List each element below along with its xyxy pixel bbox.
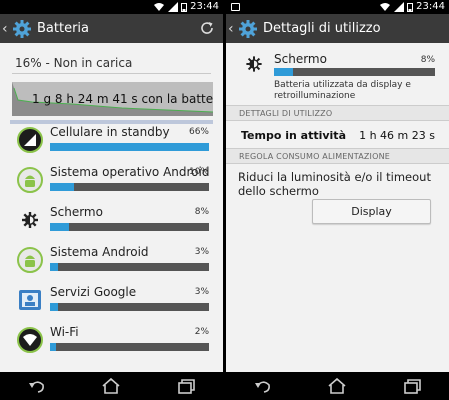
up-chevron-icon[interactable]: ‹ — [228, 21, 238, 37]
wifi-status-icon — [380, 3, 390, 11]
usage-bar-fill — [50, 303, 58, 311]
usage-time-value: 1 h 46 m 23 s — [359, 129, 435, 142]
item-label: Schermo — [50, 205, 103, 219]
status-bar: 23:44 — [226, 0, 449, 14]
cellular-signal-icon — [168, 2, 178, 12]
item-label: Servizi Google — [50, 285, 137, 299]
settings-gear-icon[interactable] — [238, 19, 258, 39]
section-header-usage: DETTAGLI DI UTILIZZO — [226, 105, 449, 121]
display-settings-button[interactable]: Display — [312, 199, 431, 224]
detail-label: Schermo — [274, 52, 327, 66]
list-item-screen[interactable]: Schermo 8% — [0, 199, 223, 239]
refresh-icon[interactable] — [199, 20, 215, 36]
page-title: Dettagli di utilizzo — [263, 21, 381, 36]
usage-bar — [50, 263, 209, 271]
usage-time-label: Tempo in attività — [241, 129, 346, 142]
usage-detail-header: Schermo 8% Batteria utilizzata da displa… — [226, 43, 449, 105]
usage-bar — [274, 68, 435, 76]
usage-bar-fill — [50, 263, 58, 271]
usage-bar-fill — [50, 183, 74, 191]
home-icon[interactable] — [100, 377, 122, 395]
cellular-signal-icon — [394, 2, 404, 12]
settings-gear-icon[interactable] — [12, 19, 32, 39]
item-percent: 10% — [188, 167, 209, 177]
brightness-icon — [22, 212, 38, 228]
home-icon[interactable] — [326, 377, 348, 395]
wifi-status-icon — [154, 3, 164, 11]
status-time: 23:44 — [416, 1, 445, 12]
action-bar: ‹ Dettagli di utilizzo — [226, 14, 449, 43]
battery-status-icon — [181, 3, 187, 12]
android-icon — [17, 167, 43, 193]
action-bar: ‹ Batteria — [0, 14, 223, 43]
status-bar: 23:44 — [0, 0, 223, 14]
back-icon[interactable] — [252, 377, 274, 395]
item-label: Sistema operativo Android — [50, 165, 210, 179]
usage-bar — [50, 303, 209, 311]
usage-bar-fill — [50, 223, 70, 231]
battery-history-graph[interactable]: 1 g 8 h 24 m 41 s con la batteria — [12, 82, 213, 116]
item-label: Wi-Fi — [50, 325, 79, 339]
list-item-android-system[interactable]: Sistema Android 3% — [0, 239, 223, 279]
usage-bar — [50, 223, 209, 231]
up-chevron-icon[interactable]: ‹ — [2, 21, 12, 37]
signal-icon — [17, 127, 43, 153]
usage-bar — [50, 183, 209, 191]
status-time: 23:44 — [190, 1, 219, 12]
list-item-standby[interactable]: Cellulare in standby 66% — [0, 119, 223, 159]
item-percent: 3% — [194, 287, 209, 297]
item-label: Sistema Android — [50, 245, 149, 259]
item-percent: 66% — [188, 127, 209, 137]
navigation-bar — [226, 372, 449, 400]
divider — [12, 73, 211, 74]
android-icon — [17, 247, 43, 273]
usage-time-row: Tempo in attività 1 h 46 m 23 s — [226, 121, 449, 148]
status-icons — [379, 2, 413, 12]
power-tip: Riduci la luminosità e/o il timeout dell… — [238, 170, 431, 198]
brightness-icon — [246, 56, 262, 72]
recent-apps-icon[interactable] — [401, 377, 423, 395]
wifi-icon — [17, 327, 43, 353]
item-label: Cellulare in standby — [50, 125, 170, 139]
list-item-wifi[interactable]: Wi-Fi 2% — [0, 319, 223, 359]
usage-bar-fill — [274, 68, 294, 76]
battery-status-icon — [407, 3, 413, 12]
usage-details-screen: 23:44 ‹ Dettagli di utilizzo Schermo 8% … — [226, 0, 449, 400]
back-icon[interactable] — [26, 377, 48, 395]
usage-bar — [50, 143, 209, 151]
detail-description: Batteria utilizzata da display e retroil… — [274, 80, 411, 101]
battery-duration-label: 1 g 8 h 24 m 41 s con la batteria — [32, 92, 213, 106]
battery-summary: 16% - Non in carica — [0, 43, 223, 73]
status-icons — [153, 2, 187, 12]
list-item-google-services[interactable]: Servizi Google 3% — [0, 279, 223, 319]
battery-screen: 23:44 ‹ Batteria 16% - Non in carica 1 g… — [0, 0, 223, 400]
recent-apps-icon[interactable] — [175, 377, 197, 395]
notification-icon — [231, 3, 240, 11]
usage-bar-fill — [50, 143, 209, 151]
usage-bar-fill — [50, 343, 57, 351]
page-title: Batteria — [37, 21, 89, 36]
item-percent: 3% — [194, 247, 209, 257]
usage-bar — [50, 343, 209, 351]
google-services-icon — [19, 290, 41, 310]
item-percent: 8% — [194, 207, 209, 217]
navigation-bar — [0, 372, 223, 400]
list-item-android-os[interactable]: Sistema operativo Android 10% — [0, 159, 223, 199]
detail-percent: 8% — [420, 55, 435, 65]
section-header-power: REGOLA CONSUMO ALIMENTAZIONE — [226, 148, 449, 164]
item-percent: 2% — [194, 327, 209, 337]
usage-list: Cellulare in standby 66% Sistema operati… — [0, 119, 223, 359]
